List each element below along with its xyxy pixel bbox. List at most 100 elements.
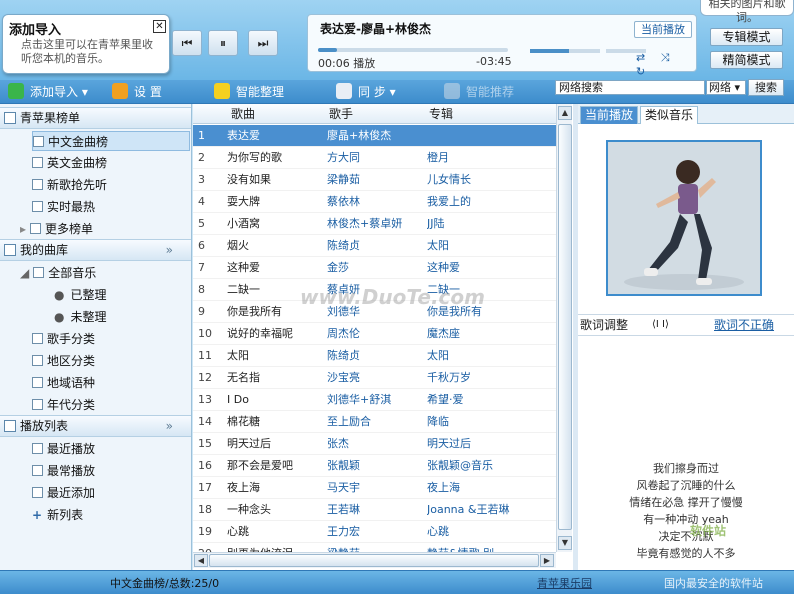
album-link[interactable]: 魔杰座 bbox=[427, 323, 553, 345]
table-row[interactable]: 6 烟火 陈绮贞 太阳 bbox=[193, 235, 556, 257]
album-link[interactable]: 儿女情长 bbox=[427, 169, 553, 191]
playback-mode-icons[interactable]: ⇄ ⤨ ↻ bbox=[636, 51, 696, 78]
artist-link[interactable]: 周杰伦 bbox=[327, 323, 423, 345]
sidebar-item-chart[interactable]: 新歌抢先听 bbox=[32, 175, 107, 195]
pause-button[interactable]: ⏸ bbox=[208, 30, 238, 56]
artist-link[interactable]: 方大同 bbox=[327, 147, 423, 169]
artist-link[interactable]: 陈绮贞 bbox=[327, 235, 423, 257]
sidebar-item-chart[interactable]: 中文金曲榜 bbox=[32, 131, 190, 151]
scroll-up-arrow-icon[interactable]: ▲ bbox=[558, 106, 572, 120]
scroll-left-arrow-icon[interactable]: ◀ bbox=[194, 554, 208, 567]
table-row[interactable]: 2 为你写的歌 方大同 橙月 bbox=[193, 147, 556, 169]
table-row[interactable]: 13 I Do 刘德华+舒淇 希望·爱 bbox=[193, 389, 556, 411]
column-artist[interactable]: 歌手 bbox=[329, 104, 353, 124]
artist-link[interactable]: 蔡依林 bbox=[327, 191, 423, 213]
album-link[interactable]: 太阳 bbox=[427, 345, 553, 367]
sidebar-item-playlist[interactable]: 最常播放 bbox=[32, 461, 95, 481]
sidebar-item-library[interactable]: 地区分类 bbox=[32, 351, 95, 371]
sidebar-item-library[interactable]: 歌手分类 bbox=[32, 329, 95, 349]
artist-link[interactable]: 张靓颖 bbox=[327, 455, 423, 477]
table-row[interactable]: 12 无名指 沙宝亮 千秋万岁 bbox=[193, 367, 556, 389]
album-link[interactable]: 千秋万岁 bbox=[427, 367, 553, 389]
scroll-down-arrow-icon[interactable]: ▼ bbox=[558, 536, 572, 550]
album-link[interactable]: 张靓颖@音乐 bbox=[427, 455, 553, 477]
artist-link[interactable]: 梁静茹 bbox=[327, 169, 423, 191]
album-link[interactable]: 橙月 bbox=[427, 147, 553, 169]
album-link[interactable]: 心跳 bbox=[427, 521, 553, 543]
album-link[interactable]: 夜上海 bbox=[427, 477, 553, 499]
horizontal-scroll-thumb[interactable] bbox=[209, 554, 539, 567]
expand-chevron-icon[interactable]: » bbox=[166, 240, 173, 260]
expand-chevron-icon[interactable]: » bbox=[166, 416, 173, 436]
sidebar-header-charts[interactable]: 青苹果榜单 bbox=[0, 107, 191, 129]
lyric-wrong-link[interactable]: 歌词不正确 bbox=[714, 315, 774, 335]
artist-link[interactable]: 金莎 bbox=[327, 257, 423, 279]
vertical-scroll-thumb[interactable] bbox=[558, 124, 572, 530]
sidebar-item-playlist[interactable]: 最近播放 bbox=[32, 439, 95, 459]
smart-organize-button[interactable]: 智能整理 bbox=[214, 83, 284, 101]
album-mode-button[interactable]: 专辑模式 bbox=[710, 28, 783, 46]
search-scope-select[interactable]: 网络 ▾ bbox=[706, 80, 746, 95]
album-link[interactable]: Joanna &王若琳 bbox=[427, 499, 553, 521]
collapse-arrow-icon[interactable]: ◢ bbox=[20, 266, 29, 280]
progress-bar[interactable] bbox=[318, 48, 508, 52]
sidebar-item-chart[interactable]: 英文金曲榜 bbox=[32, 153, 107, 173]
table-row[interactable]: 4 耍大牌 蔡依林 我爱上的 bbox=[193, 191, 556, 213]
sidebar-item-chart[interactable]: 实时最热 bbox=[32, 197, 95, 217]
artist-link[interactable]: 王若琳 bbox=[327, 499, 423, 521]
album-link[interactable]: JJ陆 bbox=[427, 213, 553, 235]
table-row[interactable]: 16 那不会是爱吧 张靓颖 张靓颖@音乐 bbox=[193, 455, 556, 477]
album-link[interactable]: 太阳 bbox=[427, 235, 553, 257]
simple-mode-button[interactable]: 精简模式 bbox=[710, 51, 783, 69]
sidebar-item-library[interactable]: 年代分类 bbox=[32, 395, 95, 415]
search-button[interactable]: 搜索 bbox=[748, 79, 784, 96]
add-import-button[interactable]: 添加导入 ▾ bbox=[8, 83, 88, 101]
sidebar-item-library[interactable]: 地域语种 bbox=[32, 373, 95, 393]
sidebar-item-library[interactable]: ◢ 全部音乐 bbox=[20, 263, 96, 283]
horizontal-scrollbar[interactable]: ◀ ▶ bbox=[193, 552, 556, 568]
search-input[interactable]: 网络搜索 bbox=[555, 80, 705, 95]
artist-link[interactable]: 王力宏 bbox=[327, 521, 423, 543]
artist-link[interactable]: 张杰 bbox=[327, 433, 423, 455]
sidebar-item-playlist[interactable]: 最近添加 bbox=[32, 483, 95, 503]
sidebar-item-library[interactable]: ● 未整理 bbox=[54, 307, 107, 327]
sidebar-item-chart[interactable]: ▸ 更多榜单 bbox=[20, 219, 93, 239]
scroll-right-arrow-icon[interactable]: ▶ bbox=[540, 554, 554, 567]
table-row[interactable]: 15 明天过后 张杰 明天过后 bbox=[193, 433, 556, 455]
current-play-button[interactable]: 当前播放 bbox=[634, 21, 692, 38]
sidebar-header-library[interactable]: 我的曲库 » bbox=[0, 239, 191, 261]
artist-link[interactable]: 廖晶+林俊杰 bbox=[327, 125, 423, 147]
tab-now-playing[interactable]: 当前播放 bbox=[580, 106, 639, 124]
artist-link[interactable]: 陈绮贞 bbox=[327, 345, 423, 367]
artist-link[interactable]: 至上励合 bbox=[327, 411, 423, 433]
artist-link[interactable]: 刘德华+舒淇 bbox=[327, 389, 423, 411]
table-row[interactable]: 11 太阳 陈绮贞 太阳 bbox=[193, 345, 556, 367]
qingpingguo-paradise-link[interactable]: 青苹果乐园 bbox=[537, 575, 592, 591]
album-link[interactable]: 明天过后 bbox=[427, 433, 553, 455]
artist-link[interactable]: 林俊杰+蔡卓妍 bbox=[327, 213, 423, 235]
table-row[interactable]: 3 没有如果 梁静茹 儿女情长 bbox=[193, 169, 556, 191]
smart-recommend-button[interactable]: 智能推荐 bbox=[444, 83, 514, 101]
artist-link[interactable]: 马天宇 bbox=[327, 477, 423, 499]
volume-slider[interactable] bbox=[530, 49, 600, 53]
album-link[interactable]: 这种爱 bbox=[427, 257, 553, 279]
table-row[interactable]: 18 一种念头 王若琳 Joanna &王若琳 bbox=[193, 499, 556, 521]
sidebar-item-playlist[interactable]: + 新列表 bbox=[32, 505, 83, 525]
sidebar-header-playlists[interactable]: 播放列表 » bbox=[0, 415, 191, 437]
sync-button[interactable]: 同 步 ▾ bbox=[336, 83, 396, 101]
album-link[interactable]: 希望·爱 bbox=[427, 389, 553, 411]
table-row[interactable]: 10 说好的幸福呢 周杰伦 魔杰座 bbox=[193, 323, 556, 345]
next-button[interactable]: ⏭ bbox=[248, 30, 278, 56]
sidebar-item-library[interactable]: ● 已整理 bbox=[54, 285, 107, 305]
table-row[interactable]: 7 这种爱 金莎 这种爱 bbox=[193, 257, 556, 279]
lyric-offset-arrows[interactable]: ⟨I I⟩ bbox=[652, 315, 669, 335]
expand-arrow-icon[interactable]: ▸ bbox=[20, 222, 26, 236]
table-row[interactable]: 5 小酒窝 林俊杰+蔡卓妍 JJ陆 bbox=[193, 213, 556, 235]
prev-button[interactable]: ⏮ bbox=[172, 30, 202, 56]
table-row[interactable]: 17 夜上海 马天宇 夜上海 bbox=[193, 477, 556, 499]
column-song[interactable]: 歌曲 bbox=[231, 104, 255, 124]
table-row[interactable]: 19 心跳 王力宏 心跳 bbox=[193, 521, 556, 543]
settings-button[interactable]: 设 置 bbox=[112, 83, 162, 101]
vertical-scrollbar[interactable]: ▲ ▼ bbox=[556, 104, 572, 552]
artist-link[interactable]: 沙宝亮 bbox=[327, 367, 423, 389]
